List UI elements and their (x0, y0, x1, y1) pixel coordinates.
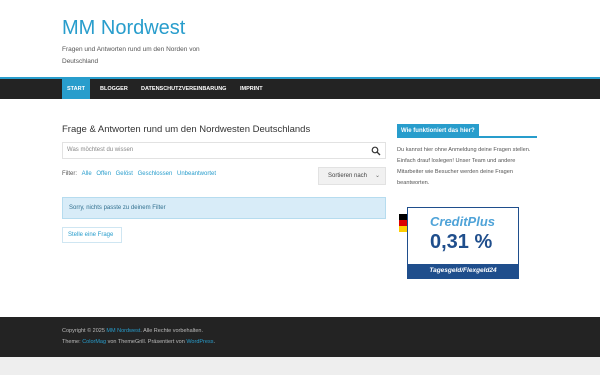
page-title: Frage & Antworten rund um den Nordwesten… (62, 124, 311, 135)
filter-geschlossen[interactable]: Geschlossen (138, 171, 173, 177)
footer-site-link[interactable]: MM Nordwest (106, 328, 140, 334)
ad-interest-rate: 0,31 % (430, 231, 493, 253)
widget-text: Du kannst hier ohne Anmeldung deine Frag… (397, 147, 531, 186)
filter-geloest[interactable]: Gelöst (116, 171, 133, 177)
site-tagline: Fragen und Antworten rund um den Norden … (62, 46, 200, 65)
copyright-suffix: . Alle Rechte vorbehalten. (140, 328, 204, 334)
ask-question-label: Stelle eine Frage (68, 232, 114, 238)
no-results-notice: Sorry, nichts passte zu deinem Filter (62, 197, 386, 219)
widget-header: Wie funktioniert das hier? (397, 124, 537, 138)
nav-item-imprint[interactable]: IMPRINT (235, 79, 268, 99)
creditplus-ad[interactable]: CreditPlus 0,31 % Tagesgeld/Flexgeld24 (399, 207, 519, 279)
nav-item-start[interactable]: START (62, 79, 90, 99)
notice-text: Sorry, nichts passte zu deinem Filter (69, 205, 166, 211)
footer-theme-credit: Theme: ColorMag von ThemeGrill. Präsenti… (62, 339, 215, 345)
footer-copyright: Copyright © 2025 MM Nordwest. Alle Recht… (62, 328, 203, 334)
main-navigation: START BLOGGER DATENSCHUTZVEREINBARUNG IM… (0, 77, 600, 99)
search-icon[interactable] (371, 146, 381, 156)
search-placeholder: Was möchtest du wissen (67, 147, 134, 153)
filter-label: Filter: (62, 171, 77, 177)
nav-item-datenschutz[interactable]: DATENSCHUTZVEREINBARUNG (136, 79, 231, 99)
copyright-prefix: Copyright © 2025 (62, 328, 105, 334)
site-footer: Copyright © 2025 MM Nordwest. Alle Recht… (0, 317, 600, 357)
bottom-strip (0, 357, 600, 375)
nav-item-blogger[interactable]: BLOGGER (95, 79, 133, 99)
site-header: MM Nordwest Fragen und Antworten rund um… (0, 0, 600, 78)
ad-brand-logo: CreditPlus (430, 214, 496, 229)
filter-row: Filter: Alle Offen Gelöst Geschlossen Un… (62, 171, 216, 177)
ad-product-bar: Tagesgeld/Flexgeld24 (408, 264, 518, 278)
ad-product-name: Tagesgeld/Flexgeld24 (429, 267, 497, 274)
filter-alle[interactable]: Alle (82, 171, 92, 177)
theme-suffix: . (213, 339, 215, 345)
footer-theme-link[interactable]: ColorMag (82, 339, 106, 345)
filter-unbeantwortet[interactable]: Unbeantwortet (177, 171, 216, 177)
search-input[interactable]: Was möchtest du wissen (62, 142, 386, 159)
footer-wordpress-link[interactable]: WordPress (186, 339, 213, 345)
ad-card[interactable]: CreditPlus 0,31 % Tagesgeld/Flexgeld24 (407, 207, 519, 279)
widget-title: Wie funktioniert das hier? (397, 124, 479, 138)
filter-offen[interactable]: Offen (96, 171, 111, 177)
theme-middle: von ThemeGrill. Präsentiert von (107, 339, 185, 345)
ask-question-button[interactable]: Stelle eine Frage (62, 227, 122, 243)
sort-select[interactable]: Sortieren nach ⌄ (318, 167, 386, 185)
theme-prefix: Theme: (62, 339, 81, 345)
site-title[interactable]: MM Nordwest (62, 17, 185, 40)
sort-label: Sortieren nach (328, 173, 368, 179)
chevron-down-icon: ⌄ (374, 173, 380, 179)
